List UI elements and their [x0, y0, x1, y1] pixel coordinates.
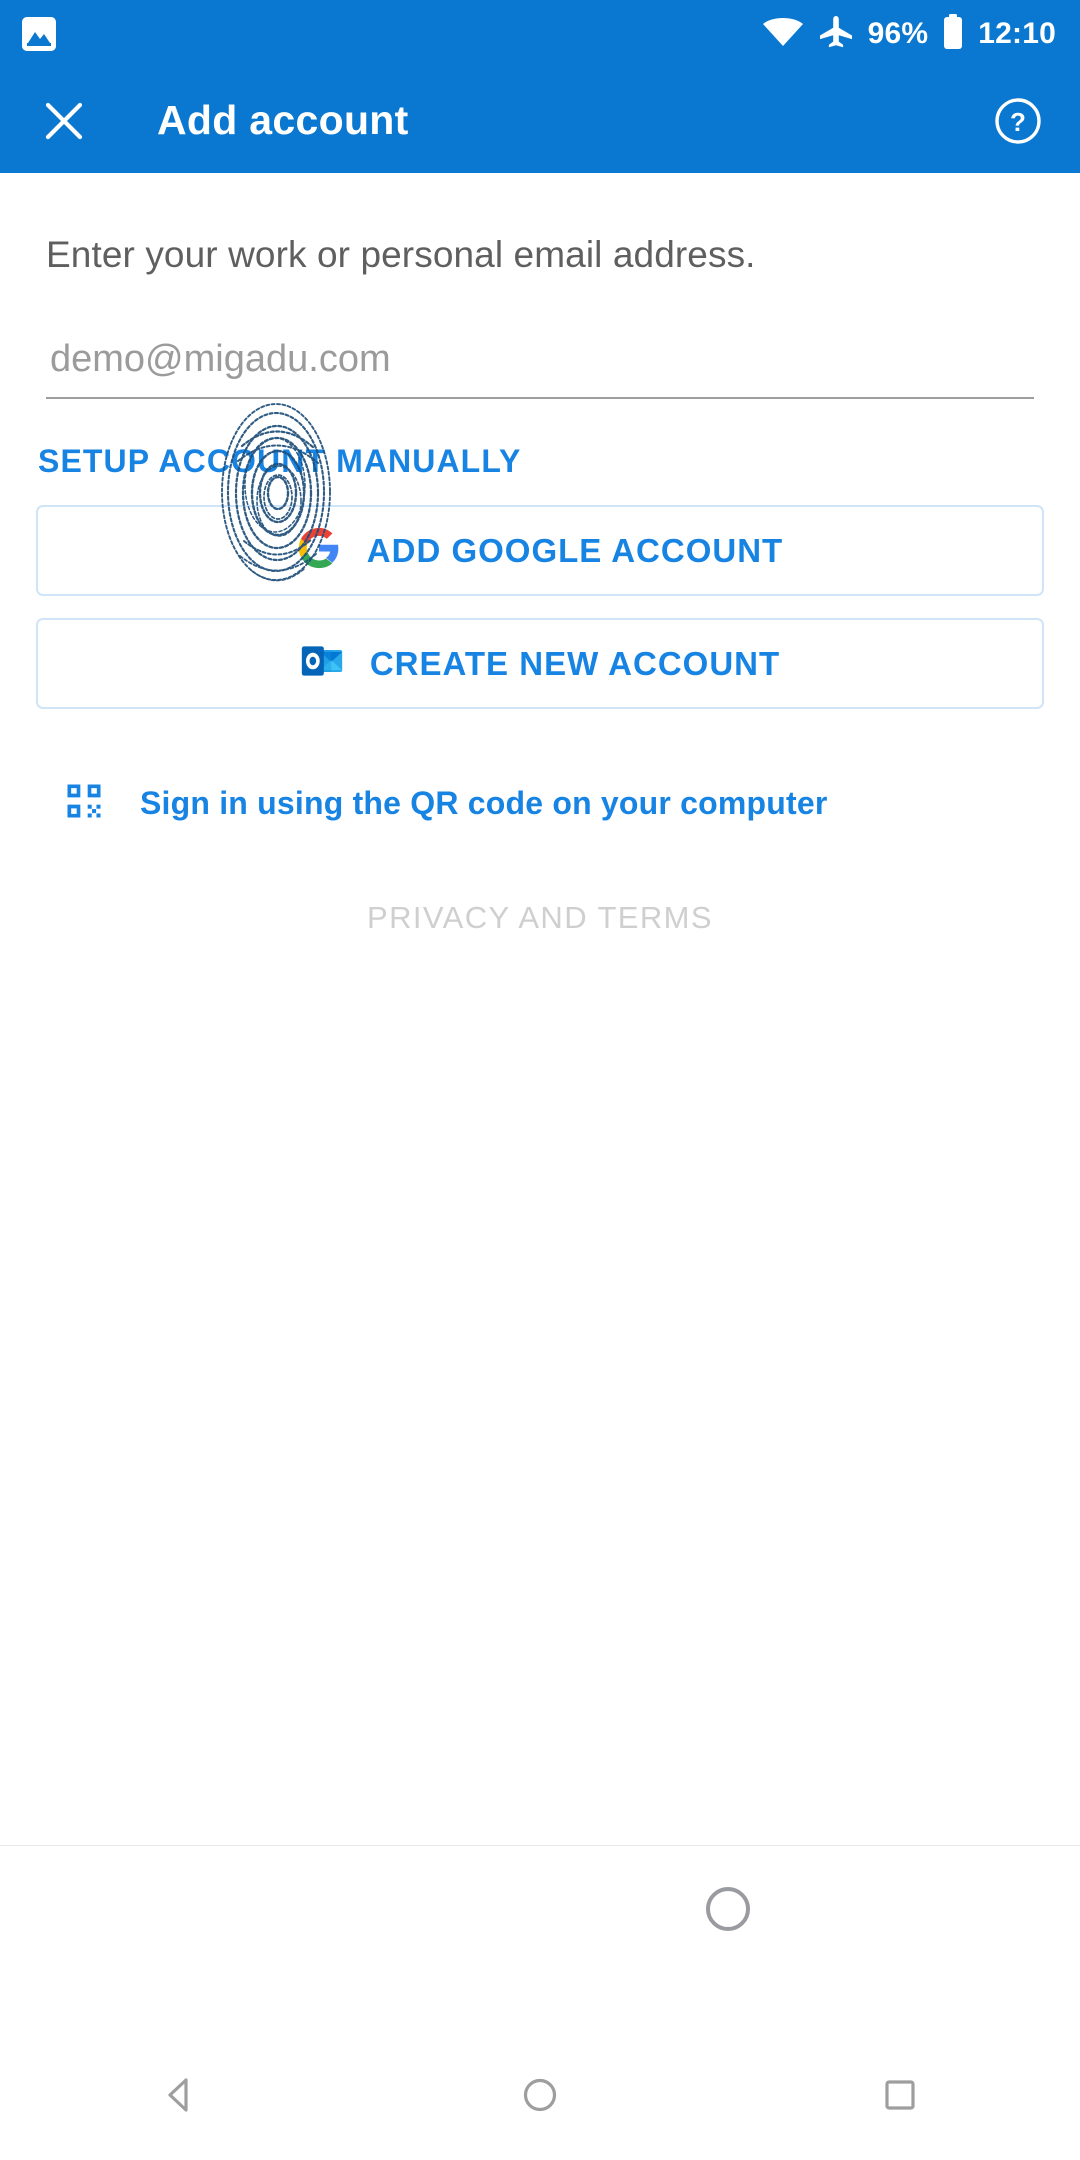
privacy-and-terms-link[interactable]: PRIVACY AND TERMS — [0, 900, 1080, 936]
outlook-logo-icon — [300, 639, 344, 688]
google-logo-icon — [297, 526, 341, 575]
android-navigation-bar — [0, 2030, 1080, 2160]
loading-spinner-icon — [706, 1887, 750, 1931]
lower-divider — [0, 1845, 1080, 1846]
email-input[interactable] — [46, 338, 1034, 397]
email-field-wrapper — [46, 338, 1034, 399]
create-new-account-label: CREATE NEW ACCOUNT — [369, 644, 781, 682]
setup-account-manually-button[interactable]: SETUP ACCOUNT MANUALLY — [38, 443, 521, 480]
email-prompt-label: Enter your work or personal email addres… — [46, 234, 756, 275]
create-new-account-button[interactable]: CREATE NEW ACCOUNT — [36, 618, 1044, 709]
airplane-mode-icon — [818, 14, 854, 55]
status-bar-left — [22, 17, 56, 51]
add-google-account-button[interactable]: ADD GOOGLE ACCOUNT — [36, 505, 1044, 596]
status-bar-right: 96% 12:10 — [762, 13, 1056, 55]
close-icon[interactable] — [32, 89, 96, 153]
status-bar-clock: 12:10 — [978, 17, 1056, 50]
home-circle-icon[interactable] — [465, 2030, 615, 2160]
email-field-underline — [46, 397, 1034, 399]
recents-square-icon[interactable] — [825, 2030, 975, 2160]
svg-text:?: ? — [1010, 107, 1026, 137]
battery-full-icon — [942, 13, 964, 55]
main-content: Enter your work or personal email addres… — [0, 173, 1080, 936]
phone-screen: 96% 12:10 Add account ? Enter your work … — [0, 0, 1080, 2160]
back-triangle-icon[interactable] — [105, 2030, 255, 2160]
add-google-account-label: ADD GOOGLE ACCOUNT — [366, 531, 784, 569]
status-bar: 96% 12:10 — [0, 0, 1080, 68]
app-bar: Add account ? — [0, 68, 1080, 173]
battery-percent-label: 96% — [867, 17, 929, 50]
qr-signin-label: Sign in using the QR code on your comput… — [140, 785, 828, 821]
qr-code-icon — [62, 779, 106, 828]
wifi-icon — [762, 15, 804, 54]
screenshot-image-icon — [22, 17, 56, 51]
qr-signin-row[interactable]: Sign in using the QR code on your comput… — [62, 779, 1080, 828]
page-title: Add account — [157, 97, 409, 143]
help-circle-icon[interactable]: ? — [986, 89, 1050, 153]
